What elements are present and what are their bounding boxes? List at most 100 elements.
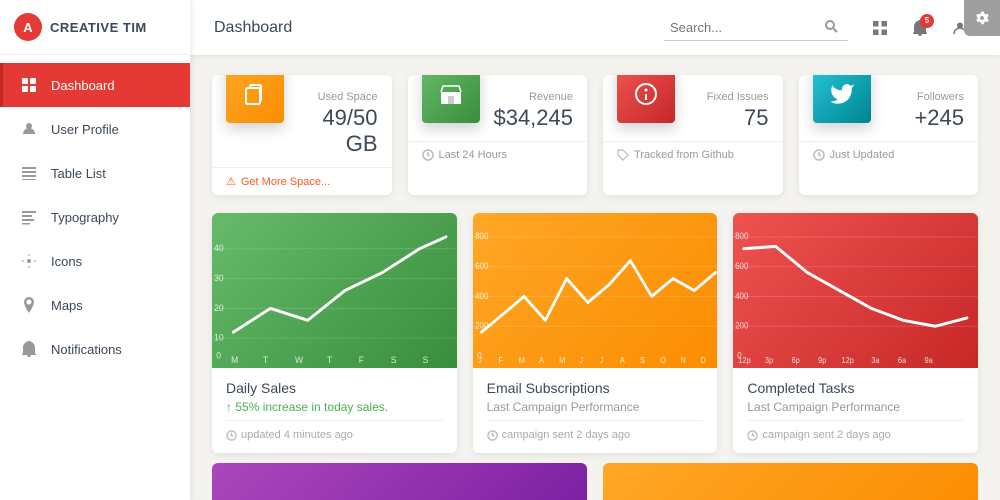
email-subscriptions-subtitle: Last Campaign Performance [487, 400, 704, 414]
svg-text:J: J [579, 356, 583, 365]
search-button[interactable] [820, 17, 842, 38]
svg-text:200: 200 [475, 320, 489, 331]
stat-card-revenue: Revenue $34,245 Last 24 Hours [408, 75, 588, 195]
copy-icon [241, 80, 269, 108]
used-space-label: Used Space [296, 91, 378, 103]
svg-text:6p: 6p [792, 356, 801, 365]
sidebar-item-maps[interactable]: Maps [0, 283, 190, 327]
main-panel: Dashboard 5 [190, 0, 1000, 500]
settings-overlay[interactable] [964, 0, 1000, 36]
daily-sales-title: Daily Sales [226, 380, 443, 396]
svg-text:M: M [231, 355, 238, 366]
twitter-icon [829, 81, 855, 107]
revenue-value: $34,245 [492, 105, 574, 131]
topbar: Dashboard 5 [190, 0, 1000, 55]
used-space-value: 49/50 GB [296, 105, 378, 157]
stat-card-used-space: Used Space 49/50 GB ⚠ Get More Space... [212, 75, 392, 195]
daily-sales-chart: 40 30 20 10 0 M T W T F S S [212, 213, 457, 368]
sidebar-item-table-list[interactable]: Table List [0, 151, 190, 195]
svg-text:F: F [359, 355, 365, 366]
svg-text:S: S [640, 356, 645, 365]
sidebar-item-user-profile[interactable]: User Profile [0, 107, 190, 151]
get-more-space-link[interactable]: Get More Space... [241, 176, 330, 188]
search-input[interactable] [670, 20, 820, 35]
sidebar-logo: A CREATIVE TIM [0, 0, 190, 55]
sidebar-item-label: Notifications [51, 342, 122, 357]
svg-text:J: J [478, 356, 482, 365]
clock-icon-2 [813, 149, 825, 161]
notification-badge: 5 [920, 14, 934, 28]
fixed-issues-icon-box [617, 75, 675, 123]
used-space-footer: ⚠ Get More Space... [212, 167, 392, 195]
svg-text:N: N [680, 356, 686, 365]
completed-tasks-title: Completed Tasks [747, 380, 964, 396]
content-area: Used Space 49/50 GB ⚠ Get More Space... [190, 55, 1000, 500]
fixed-issues-footer: Tracked from Github [603, 141, 783, 168]
maps-icon [19, 295, 39, 315]
clock-icon-4 [487, 430, 498, 441]
sidebar-item-typography[interactable]: Typography [0, 195, 190, 239]
used-space-icon-box [226, 75, 284, 123]
svg-text:800: 800 [735, 231, 749, 242]
dashboard-icon [19, 75, 39, 95]
grid-button[interactable] [864, 12, 896, 44]
fixed-issues-footer-text: Tracked from Github [634, 149, 734, 161]
followers-footer: Just Updated [799, 141, 979, 168]
chart-card-completed-tasks: 800 600 400 200 0 12p 3p 6p 9p 12p 3a 6a… [733, 213, 978, 453]
icons-icon [19, 251, 39, 271]
tag-icon [617, 149, 629, 161]
daily-sales-subtitle-text: 55% increase in today sales. [235, 400, 388, 414]
completed-tasks-subtitle: Last Campaign Performance [747, 400, 964, 414]
svg-text:A: A [619, 356, 625, 365]
svg-text:600: 600 [735, 261, 749, 272]
svg-text:12p: 12p [842, 356, 855, 365]
svg-text:3a: 3a [872, 356, 881, 365]
sidebar-item-label: Maps [51, 298, 83, 313]
table-icon [19, 163, 39, 183]
sidebar-item-label: User Profile [51, 122, 119, 137]
stat-card-fixed-issues: Fixed Issues 75 Tracked from Github [603, 75, 783, 195]
revenue-footer-text: Last 24 Hours [439, 149, 507, 161]
followers-value: +245 [883, 105, 965, 131]
warn-icon: ⚠ [226, 175, 236, 188]
sidebar-item-dashboard[interactable]: Dashboard [0, 63, 190, 107]
sidebar: A CREATIVE TIM Dashboard User Profile Ta… [0, 0, 190, 500]
svg-text:D: D [700, 356, 706, 365]
revenue-icon-box [422, 75, 480, 123]
fixed-issues-label: Fixed Issues [687, 91, 769, 103]
sidebar-item-label: Typography [51, 210, 119, 225]
chart-card-daily-sales: 40 30 20 10 0 M T W T F S S [212, 213, 457, 453]
clock-icon-3 [226, 430, 237, 441]
chart-card-email-subscriptions: 800 600 400 200 0 J F M A M J J A S [473, 213, 718, 453]
svg-text:20: 20 [214, 302, 223, 313]
sidebar-item-label: Table List [51, 166, 106, 181]
sidebar-item-notifications[interactable]: Notifications [0, 327, 190, 371]
search-wrapper [664, 15, 848, 41]
used-space-info: Used Space 49/50 GB [296, 91, 378, 157]
svg-text:O: O [660, 356, 666, 365]
svg-text:3p: 3p [765, 356, 774, 365]
chart-cards: 40 30 20 10 0 M T W T F S S [212, 213, 978, 453]
svg-text:0: 0 [216, 350, 221, 361]
sidebar-nav: Dashboard User Profile Table List Typogr… [0, 55, 190, 500]
daily-sales-meta: updated 4 minutes ago [226, 420, 443, 441]
bottom-cards [212, 463, 978, 500]
email-subscriptions-title: Email Subscriptions [487, 380, 704, 396]
svg-text:F: F [498, 356, 503, 365]
svg-text:30: 30 [214, 273, 223, 284]
stat-cards: Used Space 49/50 GB ⚠ Get More Space... [212, 75, 978, 195]
svg-text:A: A [539, 356, 545, 365]
sidebar-item-label: Dashboard [51, 78, 115, 93]
svg-text:600: 600 [475, 261, 489, 272]
revenue-label: Revenue [492, 91, 574, 103]
sidebar-item-icons[interactable]: Icons [0, 239, 190, 283]
clock-icon-5 [747, 430, 758, 441]
svg-text:T: T [327, 355, 333, 366]
followers-info: Followers +245 [883, 91, 965, 131]
stat-card-followers: Followers +245 Just Updated [799, 75, 979, 195]
brand-icon: A [14, 13, 42, 41]
completed-tasks-meta: campaign sent 2 days ago [747, 420, 964, 441]
notifications-button[interactable]: 5 [904, 12, 936, 44]
svg-text:W: W [295, 355, 303, 366]
completed-tasks-chart: 800 600 400 200 0 12p 3p 6p 9p 12p 3a 6a… [733, 213, 978, 368]
